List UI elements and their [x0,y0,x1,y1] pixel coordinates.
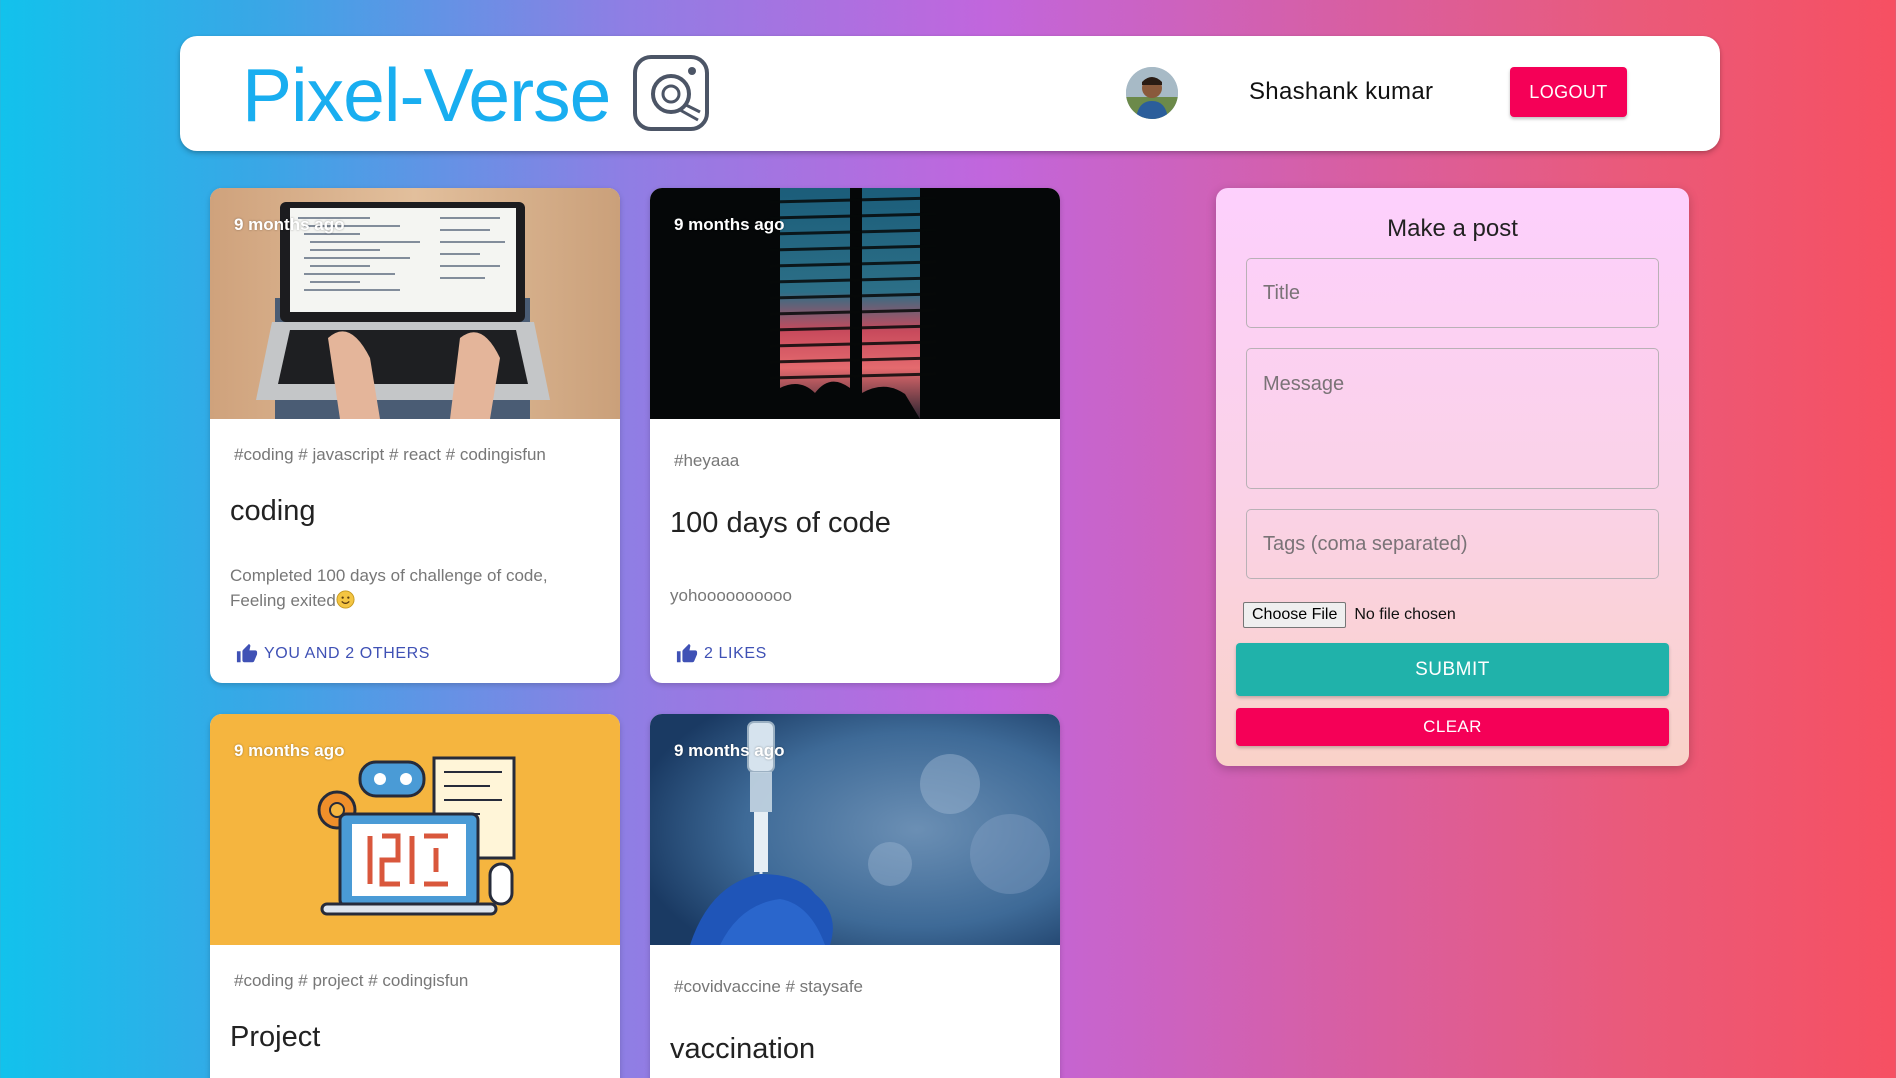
post-time: 9 months ago [234,215,345,234]
file-input: Choose File No file chosen [1243,602,1456,628]
post-time: 9 months ago [674,215,785,234]
logout-button[interactable]: LOGOUT [1510,67,1627,117]
post-image: 9 months ago [210,188,620,419]
post-card: 9 months ago #covidvaccine # staysafe va… [650,714,1060,1078]
choose-file-button[interactable]: Choose File [1243,602,1347,628]
post-title: vaccination [670,1033,816,1065]
post-card: 9 months ago #heyaaa 100 days of code yo… [650,188,1060,683]
post-image: 9 months ago [210,714,620,945]
post-tags: #covidvaccine # staysafe [674,977,863,996]
thumb-up-icon [676,643,698,663]
post-message: Completed 100 days of challenge of code,… [230,563,600,613]
like-count: 2 LIKES [704,645,767,662]
make-post-form: Make a post Choose File No file chosen S… [1216,188,1689,766]
post-time: 9 months ago [234,741,345,760]
post-image: 9 months ago [650,188,1060,419]
like-button[interactable]: YOU AND 2 OTHERS [236,643,430,665]
post-card: 9 months ago #coding # project # codingi… [210,714,620,1078]
form-heading: Make a post [1387,215,1518,242]
title-field[interactable] [1246,258,1659,328]
brand-title[interactable]: Pixel-Verse [242,50,611,140]
message-field[interactable] [1246,348,1659,489]
post-title: 100 days of code [670,507,891,539]
post-title: Project [230,1021,321,1053]
file-status: No file chosen [1354,606,1456,623]
app-bar: Pixel-Verse Shashank kumar LOGOUT [180,36,1720,151]
thumb-up-icon [236,643,258,663]
submit-button[interactable]: SUBMIT [1236,643,1669,696]
clear-button[interactable]: CLEAR [1236,708,1669,746]
post-tags: #heyaaa [674,451,740,470]
post-time: 9 months ago [674,741,785,760]
like-button[interactable]: 2 LIKES [676,643,767,665]
post-message: yohoooooooooo [670,586,792,605]
post-message-text: Completed 100 days of challenge of code,… [230,566,548,610]
post-title: coding [230,495,316,527]
post-tags: #coding # javascript # react # codingisf… [234,445,546,464]
smile-emoji-icon [336,590,355,609]
post-card: 9 months ago #coding # javascript # reac… [210,188,620,683]
post-image: 9 months ago [650,714,1060,945]
camera-logo-icon [633,55,709,131]
tags-field[interactable] [1246,509,1659,579]
post-tags: #coding # project # codingisfun [234,971,469,990]
like-count: YOU AND 2 OTHERS [264,645,431,662]
user-name: Shashank kumar [1249,78,1434,105]
avatar [1126,67,1178,119]
